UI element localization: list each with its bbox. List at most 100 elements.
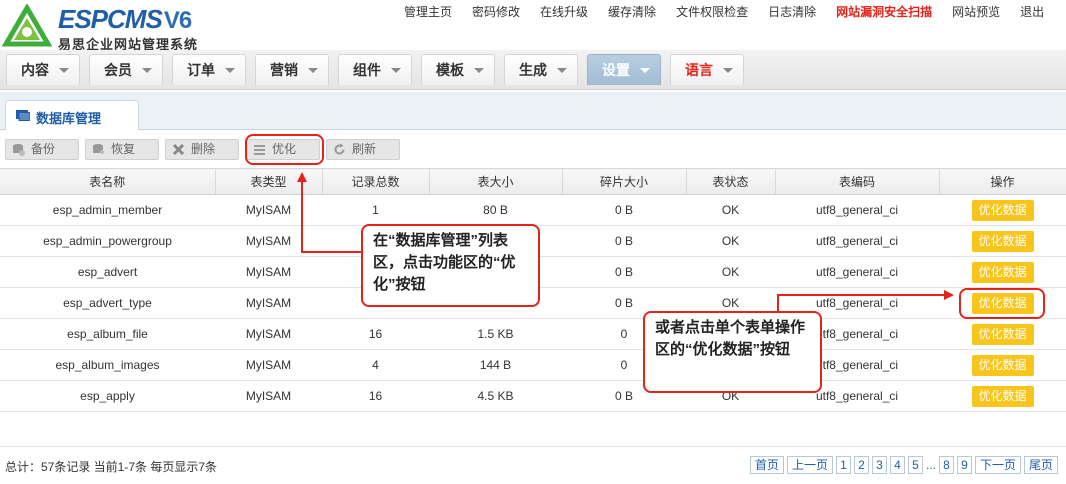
top-link-4[interactable]: 缓存清除 [598, 0, 666, 24]
table-header-row: 表名称 表类型 记录总数 表大小 碎片大小 表状态 表编码 操作 [0, 168, 1066, 195]
pager-page-button[interactable]: 5 [907, 456, 923, 474]
table-cell: OK [686, 194, 775, 226]
table-cell: MyISAM [215, 380, 322, 412]
column-header[interactable]: 操作 [939, 168, 1066, 195]
optimize-data-button[interactable]: 优化数据 [971, 323, 1034, 345]
nav-menu-6[interactable]: 模板 [421, 54, 495, 85]
table-cell: 80 B [429, 194, 562, 226]
pager-next-button[interactable]: 下一页 [974, 456, 1021, 474]
column-header[interactable]: 表类型 [215, 168, 323, 195]
table-cell: esp_apply [0, 380, 215, 412]
table-cell: MyISAM [215, 256, 322, 288]
optimize-data-button[interactable]: 优化数据 [971, 385, 1034, 407]
pager-prev-button[interactable]: 上一页 [786, 456, 833, 474]
top-link-3[interactable]: 在线升级 [530, 0, 598, 24]
table-row: esp_admin_member MyISAM 1 80 B0 B OK utf8_gen… [0, 194, 1066, 226]
table-cell: 1.5 KB [429, 318, 562, 350]
pager-page-button[interactable]: 3 [871, 456, 887, 474]
action-cell: 优化数据 [939, 349, 1066, 381]
nav-menu-label: 生成 [519, 62, 547, 78]
nav-menu-label: 会员 [104, 62, 132, 78]
highlight-optimize-data-button [959, 288, 1045, 319]
table-cell: esp_advert [0, 256, 215, 288]
nav-menu-7[interactable]: 生成 [504, 54, 578, 85]
nav-menu-2[interactable]: 会员 [89, 54, 163, 85]
top-link-2[interactable]: 密码修改 [462, 0, 530, 24]
top-link-5[interactable]: 文件权限检查 [666, 0, 758, 24]
pager-first-button[interactable]: 首页 [749, 456, 784, 474]
toolbar-button-1[interactable]: 备份 [5, 139, 79, 160]
column-header[interactable]: 表大小 [429, 168, 563, 195]
nav-menu-1[interactable]: 内容 [6, 54, 80, 85]
toolbar: 备份 恢复 删除 优化 刷新 [0, 131, 1066, 168]
pager-page-button[interactable]: 1 [835, 456, 851, 474]
action-cell: 优化数据 [939, 318, 1066, 350]
top-link-6[interactable]: 日志清除 [758, 0, 826, 24]
top-link-1[interactable]: 管理主页 [394, 0, 462, 24]
chevron-down-icon [640, 68, 650, 73]
table-cell: 0 B [562, 256, 686, 288]
table-cell: OK [686, 256, 775, 288]
table-cell: esp_advert_type [0, 287, 215, 319]
nav-menu-label: 营销 [270, 62, 298, 78]
nav-menu-9[interactable]: 语言 [670, 54, 744, 85]
optimize-data-button[interactable]: 优化数据 [971, 261, 1034, 283]
top-link-9[interactable]: 退出 [1010, 0, 1054, 24]
table-cell: utf8_general_ci [775, 225, 939, 257]
toolbar-button-2[interactable]: 恢复 [85, 139, 159, 160]
toolbar-button-3[interactable]: 删除 [165, 139, 239, 160]
table-cell: 144 B [429, 349, 562, 381]
callout-toolbar-hint: 在“数据库管理”列表区，点击功能区的“优化”按钮 [361, 224, 540, 307]
table-cell: MyISAM [215, 225, 322, 257]
top-link-8[interactable]: 网站预览 [942, 0, 1010, 24]
header: ESPCMSV6 易思企业网站管理系统 管理主页 密码修改 在线升级 缓存清除 文件权限… [0, 0, 1066, 54]
logo[interactable]: ESPCMSV6 易思企业网站管理系统 [2, 2, 232, 52]
table-cell: 16 [322, 380, 429, 412]
column-header[interactable]: 记录总数 [322, 168, 430, 195]
table-cell: esp_album_images [0, 349, 215, 381]
table-cell: MyISAM [215, 318, 322, 350]
column-header[interactable]: 表编码 [775, 168, 940, 195]
top-links: 管理主页 密码修改 在线升级 缓存清除 文件权限检查 日志清除 网站漏洞安全扫描 网站预览 退出 [394, 0, 1054, 24]
highlight-optimize-button [245, 134, 324, 165]
nav-menu-8[interactable]: 设置 [587, 54, 661, 85]
logo-text: ESPCMSV6 [58, 4, 192, 36]
nav-menu-label: 内容 [21, 62, 49, 78]
column-header[interactable]: 表名称 [0, 168, 216, 195]
pager-page-button[interactable]: 9 [956, 456, 972, 474]
optimize-data-button[interactable]: 优化数据 [971, 199, 1034, 221]
table-cell: 0 B [562, 194, 686, 226]
optimize-data-button[interactable]: 优化数据 [971, 230, 1034, 252]
table-cell: 4.5 KB [429, 380, 562, 412]
nav-menu-label: 订单 [187, 62, 215, 78]
app-root: ESPCMSV6 易思企业网站管理系统 管理主页 密码修改 在线升级 缓存清除 文件权限… [0, 0, 1066, 484]
table-cell: esp_album_file [0, 318, 215, 350]
column-header[interactable]: 碎片大小 [562, 168, 687, 195]
nav-menu-5[interactable]: 组件 [338, 54, 412, 85]
toolbar-button-label: 刷新 [352, 142, 377, 156]
column-header[interactable]: 表状态 [686, 168, 776, 195]
logo-version: V6 [163, 7, 192, 34]
chevron-down-icon [308, 68, 318, 73]
nav-menu-label: 语言 [685, 62, 713, 78]
pager-ellipsis: ... [925, 458, 936, 472]
nav-menu-3[interactable]: 订单 [172, 54, 246, 85]
pager-page-button[interactable]: 8 [938, 456, 954, 474]
optimize-data-button[interactable]: 优化数据 [971, 354, 1034, 376]
action-cell: 优化数据 [939, 256, 1066, 288]
toolbar-button-5[interactable]: 刷新 [326, 139, 400, 160]
pager-page-button[interactable]: 4 [889, 456, 905, 474]
top-link-7[interactable]: 网站漏洞安全扫描 [826, 0, 942, 24]
table-cell: utf8_general_ci [775, 256, 939, 288]
pager-last-button[interactable]: 尾页 [1023, 456, 1058, 474]
table-cell: MyISAM [215, 349, 322, 381]
action-cell: 优化数据 [939, 194, 1066, 226]
pager-page-button[interactable]: 2 [853, 456, 869, 474]
tab-label: 数据库管理 [36, 111, 102, 126]
chevron-down-icon [391, 68, 401, 73]
nav-menu-4[interactable]: 营销 [255, 54, 329, 85]
chevron-down-icon [59, 68, 69, 73]
table-cell: MyISAM [215, 287, 322, 319]
table-cell: 16 [322, 318, 429, 350]
tab-database-management[interactable]: 数据库管理 [5, 100, 139, 131]
